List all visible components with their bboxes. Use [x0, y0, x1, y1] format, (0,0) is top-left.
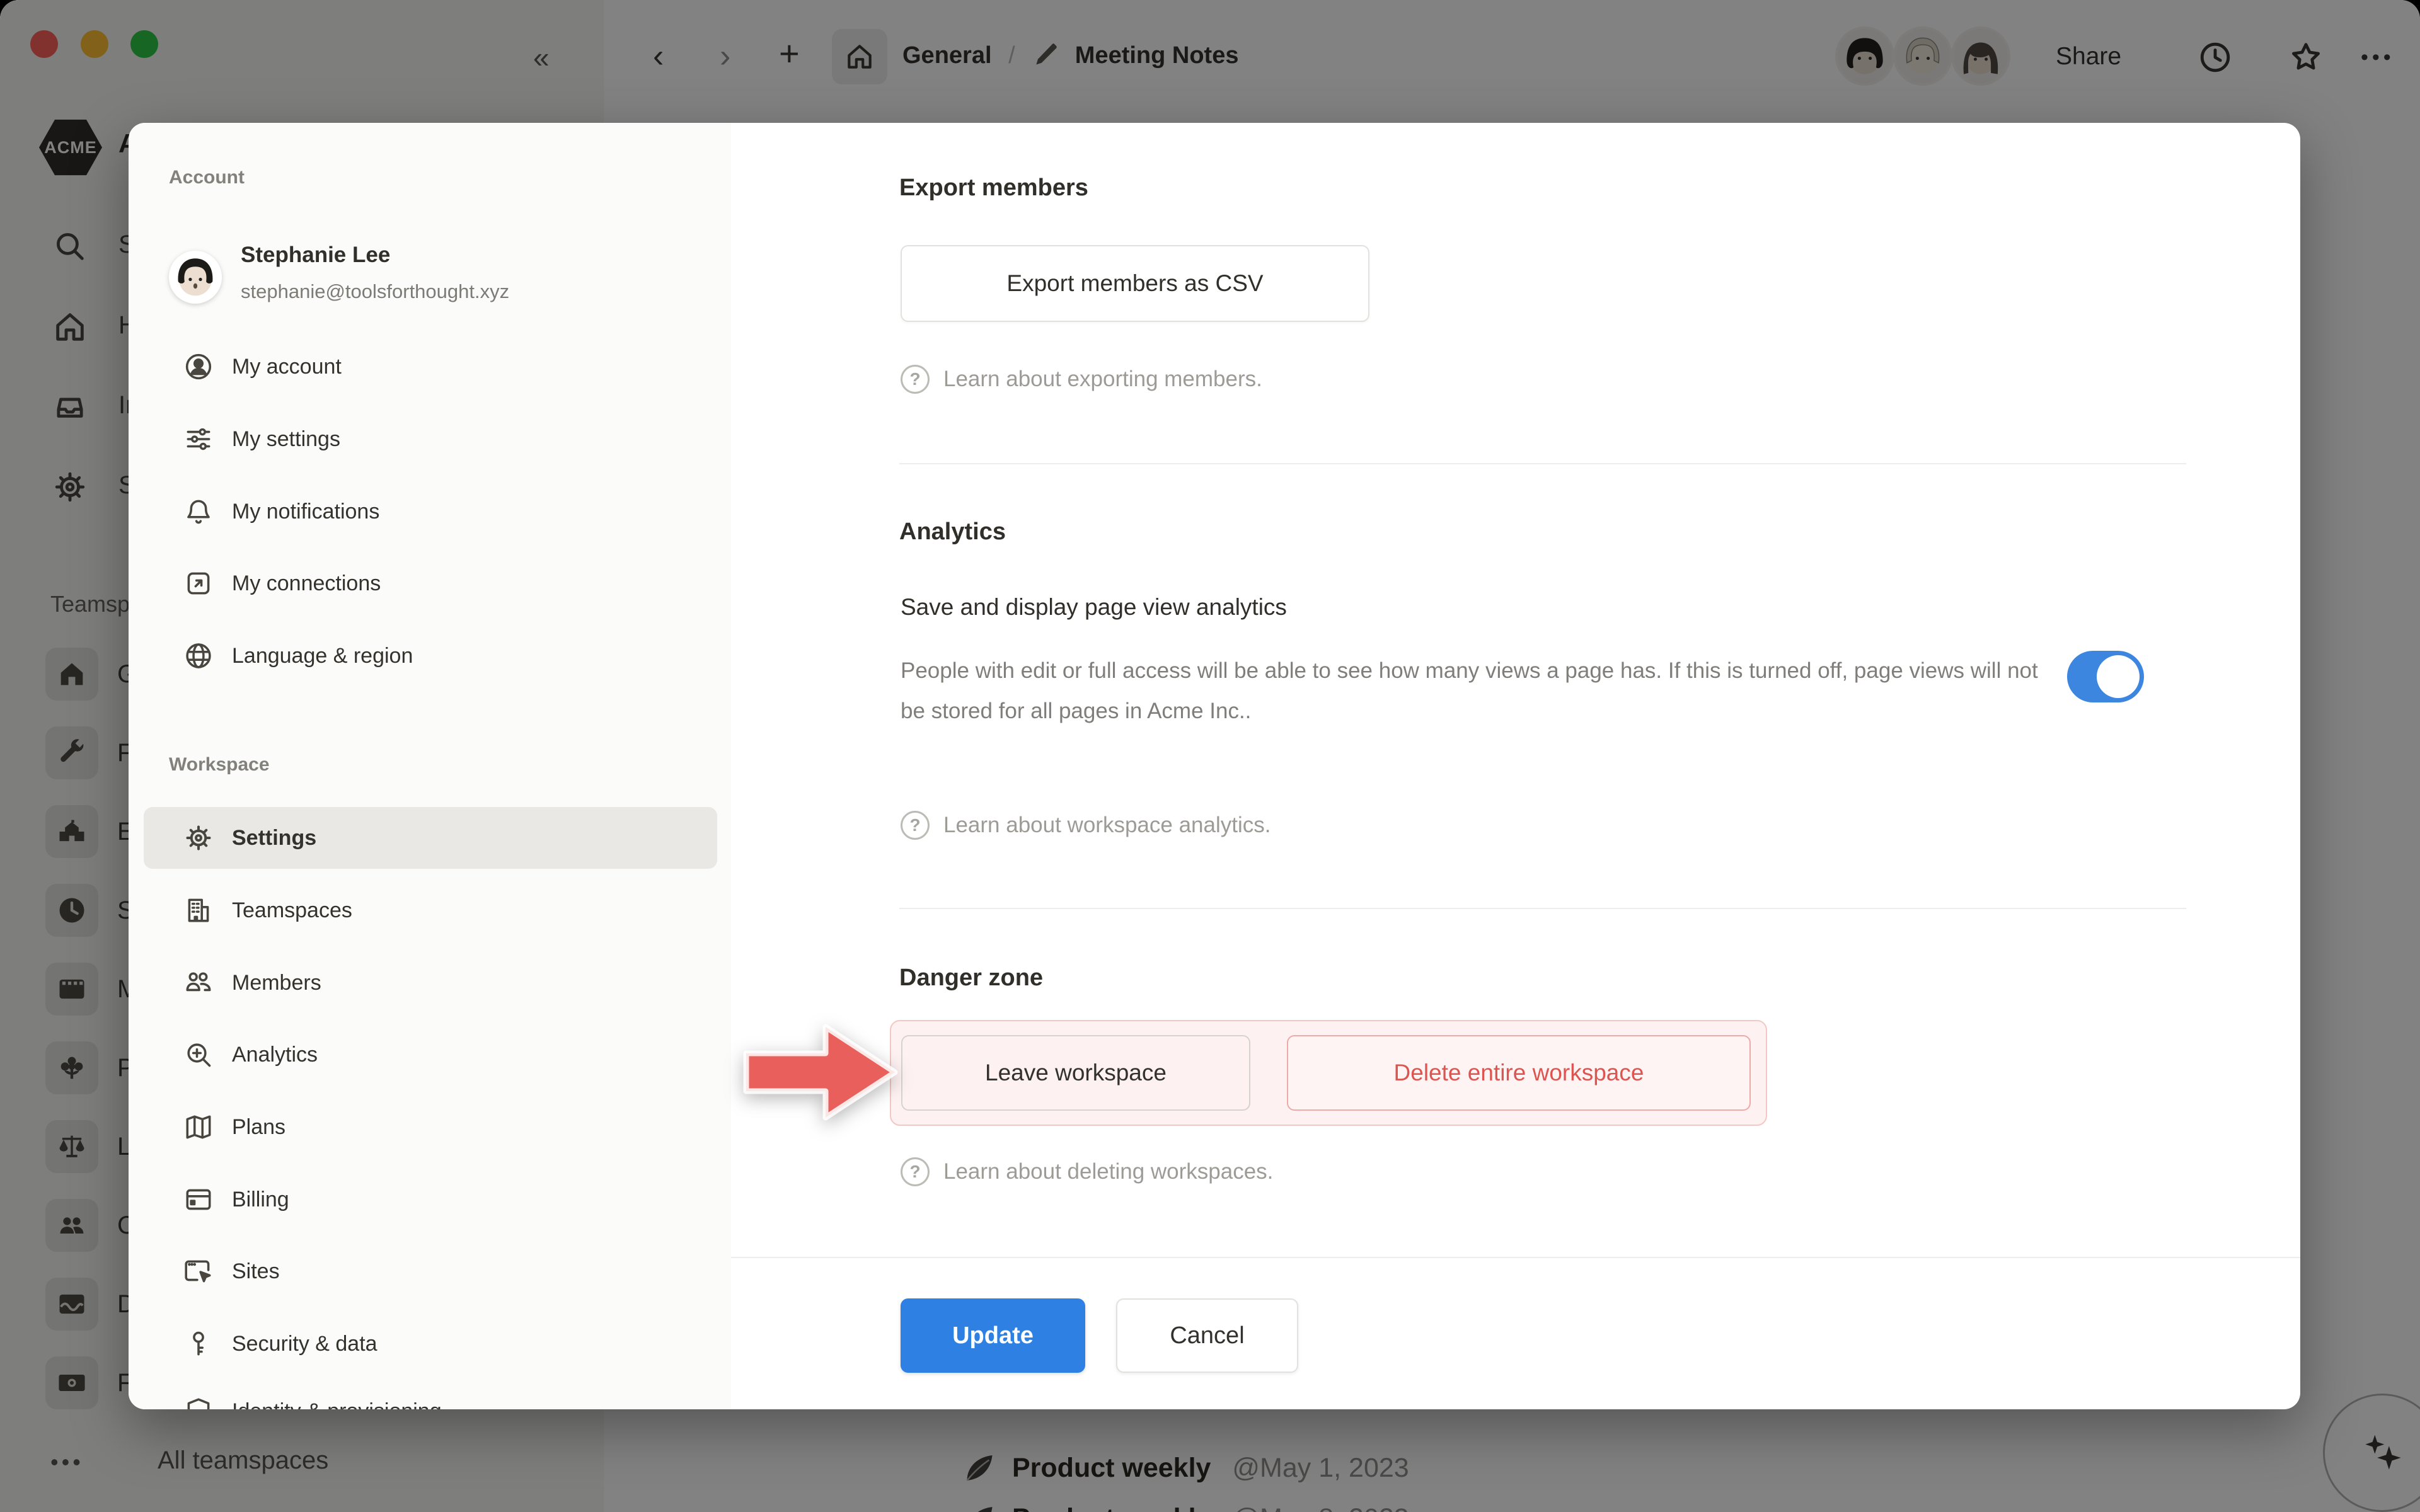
- sidebar-item-label: Sites: [232, 1259, 280, 1284]
- danger-zone-title: Danger zone: [899, 965, 1043, 992]
- divider: [899, 463, 2186, 464]
- sidebar-item-label: Identity & provisioning: [232, 1399, 442, 1410]
- divider: [899, 908, 2186, 909]
- sidebar-item-label: Language & region: [232, 644, 413, 668]
- annotation-arrow-icon: [739, 1016, 902, 1129]
- screen: « ‹ › + General / Meeting Notes Share ••…: [0, 0, 2420, 1512]
- learn-analytics-link[interactable]: Learn about workspace analytics.: [901, 811, 1270, 840]
- sidebar-item-label: Security & data: [232, 1332, 377, 1356]
- update-button[interactable]: Update: [901, 1298, 1085, 1373]
- sidebar-item-my-connections[interactable]: My connections: [144, 553, 717, 614]
- sidebar-item-members[interactable]: Members: [144, 952, 717, 1014]
- learn-deleting-link[interactable]: Learn about deleting workspaces.: [901, 1157, 1273, 1186]
- toggle-knob: [2097, 655, 2140, 698]
- learn-link-label[interactable]: Learn about workspace analytics.: [943, 813, 1270, 838]
- sidebar-item-billing[interactable]: Billing: [144, 1169, 717, 1230]
- settings-modal: Account Stephanie Lee stephanie@toolsfor…: [129, 123, 2300, 1409]
- divider: [731, 1257, 2300, 1258]
- gear-icon: [183, 822, 214, 854]
- question-circle-icon: [901, 811, 930, 840]
- sidebar-item-security-data[interactable]: Security & data: [144, 1313, 717, 1375]
- analytics-description: People with edit or full access will be …: [901, 651, 2041, 731]
- cancel-button[interactable]: Cancel: [1116, 1298, 1298, 1373]
- sidebar-item-teamspaces[interactable]: Teamspaces: [144, 879, 717, 941]
- sliders-icon: [183, 423, 214, 455]
- members-icon: [183, 967, 214, 999]
- browser-cursor-icon: [183, 1256, 214, 1287]
- sidebar-item-language-region[interactable]: Language & region: [144, 625, 717, 687]
- user-email: stephanie@toolsforthought.xyz: [241, 280, 509, 303]
- sidebar-item-my-notifications[interactable]: My notifications: [144, 481, 717, 542]
- learn-exporting-link[interactable]: Learn about exporting members.: [901, 365, 1262, 394]
- sidebar-item-label: My connections: [232, 571, 381, 596]
- magnifier-sparkle-icon: [183, 1039, 214, 1070]
- sidebar-item-sites[interactable]: Sites: [144, 1240, 717, 1302]
- sidebar-item-label: Members: [232, 971, 321, 995]
- shield-icon: [183, 1395, 214, 1409]
- sidebar-item-label: My settings: [232, 427, 340, 452]
- sidebar-item-label: Analytics: [232, 1043, 318, 1067]
- map-icon: [183, 1111, 214, 1143]
- sidebar-item-label: Settings: [232, 826, 316, 850]
- analytics-toggle[interactable]: [2067, 651, 2144, 702]
- sidebar-item-label: Teamspaces: [232, 898, 352, 923]
- account-section-header: Account: [169, 167, 245, 188]
- analytics-setting-label: Save and display page view analytics: [901, 594, 1287, 621]
- leave-workspace-button[interactable]: Leave workspace: [901, 1035, 1250, 1111]
- learn-link-label[interactable]: Learn about deleting workspaces.: [943, 1159, 1273, 1184]
- user-avatar[interactable]: [169, 251, 222, 304]
- delete-workspace-button[interactable]: Delete entire workspace: [1287, 1035, 1751, 1111]
- learn-link-label[interactable]: Learn about exporting members.: [943, 367, 1262, 392]
- export-members-title: Export members: [899, 175, 1088, 202]
- sidebar-item-label: Plans: [232, 1115, 285, 1140]
- user-name: Stephanie Lee: [241, 243, 390, 268]
- arrow-up-right-square-icon: [183, 568, 214, 599]
- question-circle-icon: [901, 365, 930, 394]
- analytics-title: Analytics: [899, 518, 1006, 546]
- key-icon: [183, 1328, 214, 1360]
- globe-icon: [183, 640, 214, 672]
- sidebar-item-my-settings[interactable]: My settings: [144, 408, 717, 470]
- workspace-section-header: Workspace: [169, 754, 270, 776]
- sidebar-item-label: My notifications: [232, 500, 379, 524]
- sidebar-item-settings[interactable]: Settings: [144, 807, 717, 869]
- sidebar-item-identity-provisioning[interactable]: Identity & provisioning: [144, 1380, 717, 1409]
- sidebar-item-my-account[interactable]: My account: [144, 336, 717, 398]
- export-members-csv-button[interactable]: Export members as CSV: [901, 245, 1369, 322]
- sidebar-item-label: Billing: [232, 1188, 289, 1212]
- sidebar-item-plans[interactable]: Plans: [144, 1096, 717, 1158]
- sidebar-item-label: My account: [232, 355, 342, 379]
- question-circle-icon: [901, 1157, 930, 1186]
- bell-icon: [183, 496, 214, 527]
- building-icon: [183, 895, 214, 926]
- sidebar-item-analytics[interactable]: Analytics: [144, 1024, 717, 1085]
- person-circle-icon: [183, 351, 214, 382]
- credit-card-icon: [183, 1184, 214, 1215]
